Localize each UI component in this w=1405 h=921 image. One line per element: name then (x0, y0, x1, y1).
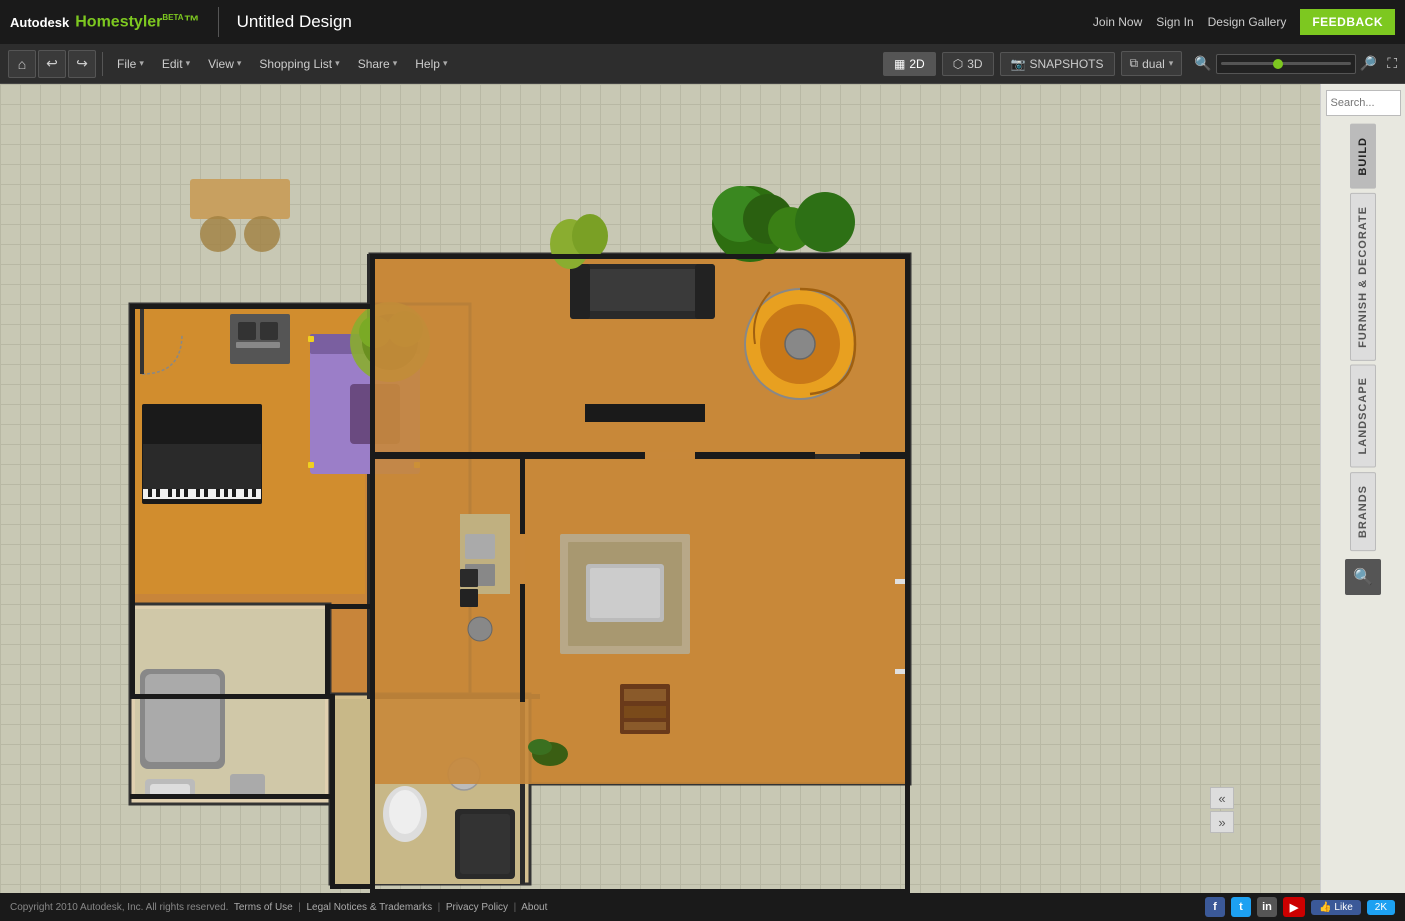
file-menu[interactable]: File ▾ (109, 53, 152, 75)
facebook-icon[interactable]: f (1205, 897, 1225, 917)
dual-button[interactable]: ⧉ dual ▾ (1121, 51, 1183, 76)
footer-right: f t in ▶ 👍 Like 2K (1205, 897, 1395, 917)
view-3d-button[interactable]: ⬡ 3D (942, 52, 994, 76)
share-menu[interactable]: Share ▾ (350, 53, 406, 75)
collapse-arrows: « » (1210, 787, 1234, 833)
toolbar-right: ▦ 2D ⬡ 3D 📷 SNAPSHOTS ⧉ dual ▾ 🔍 🔎 ⛶ (883, 51, 1397, 76)
zoom-in-icon[interactable]: 🔎 (1360, 55, 1377, 72)
3d-icon: ⬡ (953, 57, 963, 71)
design-title: Untitled Design (237, 12, 352, 32)
twitter-icon[interactable]: t (1231, 897, 1251, 917)
feedback-button[interactable]: FEEDBACK (1300, 9, 1395, 35)
search-box-panel[interactable]: 🔍 (1326, 90, 1401, 116)
design-gallery-link[interactable]: Design Gallery (1208, 15, 1287, 29)
zoom-bar: 🔍 🔎 (1194, 54, 1377, 74)
camera-icon: 📷 (1011, 57, 1026, 71)
terms-link[interactable]: Terms of Use (234, 902, 293, 913)
panel-search-input[interactable] (1331, 97, 1405, 109)
toolbar-separator (102, 52, 103, 76)
about-link[interactable]: About (521, 902, 547, 913)
furnish-decorate-tab[interactable]: FURNISH & DECORATE (1350, 193, 1376, 361)
collapse-up-button[interactable]: « (1210, 787, 1234, 809)
landscape-tab[interactable]: LANDSCAPE (1350, 364, 1376, 467)
redo-button[interactable]: ↪ (68, 50, 96, 78)
brands-tab[interactable]: BRANDS (1350, 472, 1376, 551)
homestyler-logo: HomestylerBETA™ (75, 13, 199, 31)
floor-plan[interactable] (30, 114, 1050, 893)
view-2d-button[interactable]: ▦ 2D (883, 52, 936, 76)
top-bar: Autodesk HomestylerBETA™ Untitled Design… (0, 0, 1405, 44)
edit-menu[interactable]: Edit ▾ (154, 53, 198, 75)
like-button[interactable]: 👍 Like (1311, 900, 1361, 915)
youtube-icon[interactable]: ▶ (1283, 897, 1305, 917)
privacy-link[interactable]: Privacy Policy (446, 902, 508, 913)
collapse-down-button[interactable]: » (1210, 811, 1234, 833)
footer-copyright: Copyright 2010 Autodesk, Inc. All rights… (10, 902, 547, 913)
zoom-thumb[interactable] (1273, 59, 1283, 69)
legal-link[interactable]: Legal Notices & Trademarks (306, 902, 432, 913)
topbar-right: Join Now Sign In Design Gallery FEEDBACK (1093, 9, 1395, 35)
footer: Copyright 2010 Autodesk, Inc. All rights… (0, 893, 1405, 921)
zoom-slider[interactable] (1216, 54, 1356, 74)
right-panel: 🔍 BUILD FURNISH & DECORATE LANDSCAPE BRA… (1320, 84, 1405, 893)
social3-icon[interactable]: in (1257, 897, 1277, 917)
logo-divider (218, 7, 219, 37)
join-now-link[interactable]: Join Now (1093, 15, 1142, 29)
main-area: « » 🔍 BUILD FURNISH & DECORATE LANDSCAPE… (0, 84, 1405, 893)
view-menu[interactable]: View ▾ (200, 53, 249, 75)
undo-button[interactable]: ↩ (38, 50, 66, 78)
canvas-area[interactable]: « » (0, 84, 1320, 893)
toolbar: ⌂ ↩ ↪ File ▾ Edit ▾ View ▾ Shopping List… (0, 44, 1405, 84)
shopping-list-menu[interactable]: Shopping List ▾ (251, 53, 347, 75)
beta-badge: BETA (162, 13, 183, 22)
logo-area: Autodesk HomestylerBETA™ Untitled Design (10, 7, 352, 37)
2k-button[interactable]: 2K (1367, 900, 1395, 915)
sign-in-link[interactable]: Sign In (1156, 15, 1193, 29)
zoom-track (1221, 62, 1351, 65)
dual-icon: ⧉ (1130, 56, 1139, 71)
fullscreen-button[interactable]: ⛶ (1387, 55, 1397, 72)
zoom-out-icon[interactable]: 🔍 (1194, 55, 1211, 72)
snapshots-button[interactable]: 📷 SNAPSHOTS (1000, 52, 1115, 76)
autodesk-logo: Autodesk (10, 15, 69, 30)
build-tab[interactable]: BUILD (1350, 124, 1376, 189)
2d-icon: ▦ (894, 57, 905, 71)
help-menu[interactable]: Help ▾ (407, 53, 455, 75)
home-button[interactable]: ⌂ (8, 50, 36, 78)
search-panel-button[interactable]: 🔍 (1345, 559, 1381, 595)
